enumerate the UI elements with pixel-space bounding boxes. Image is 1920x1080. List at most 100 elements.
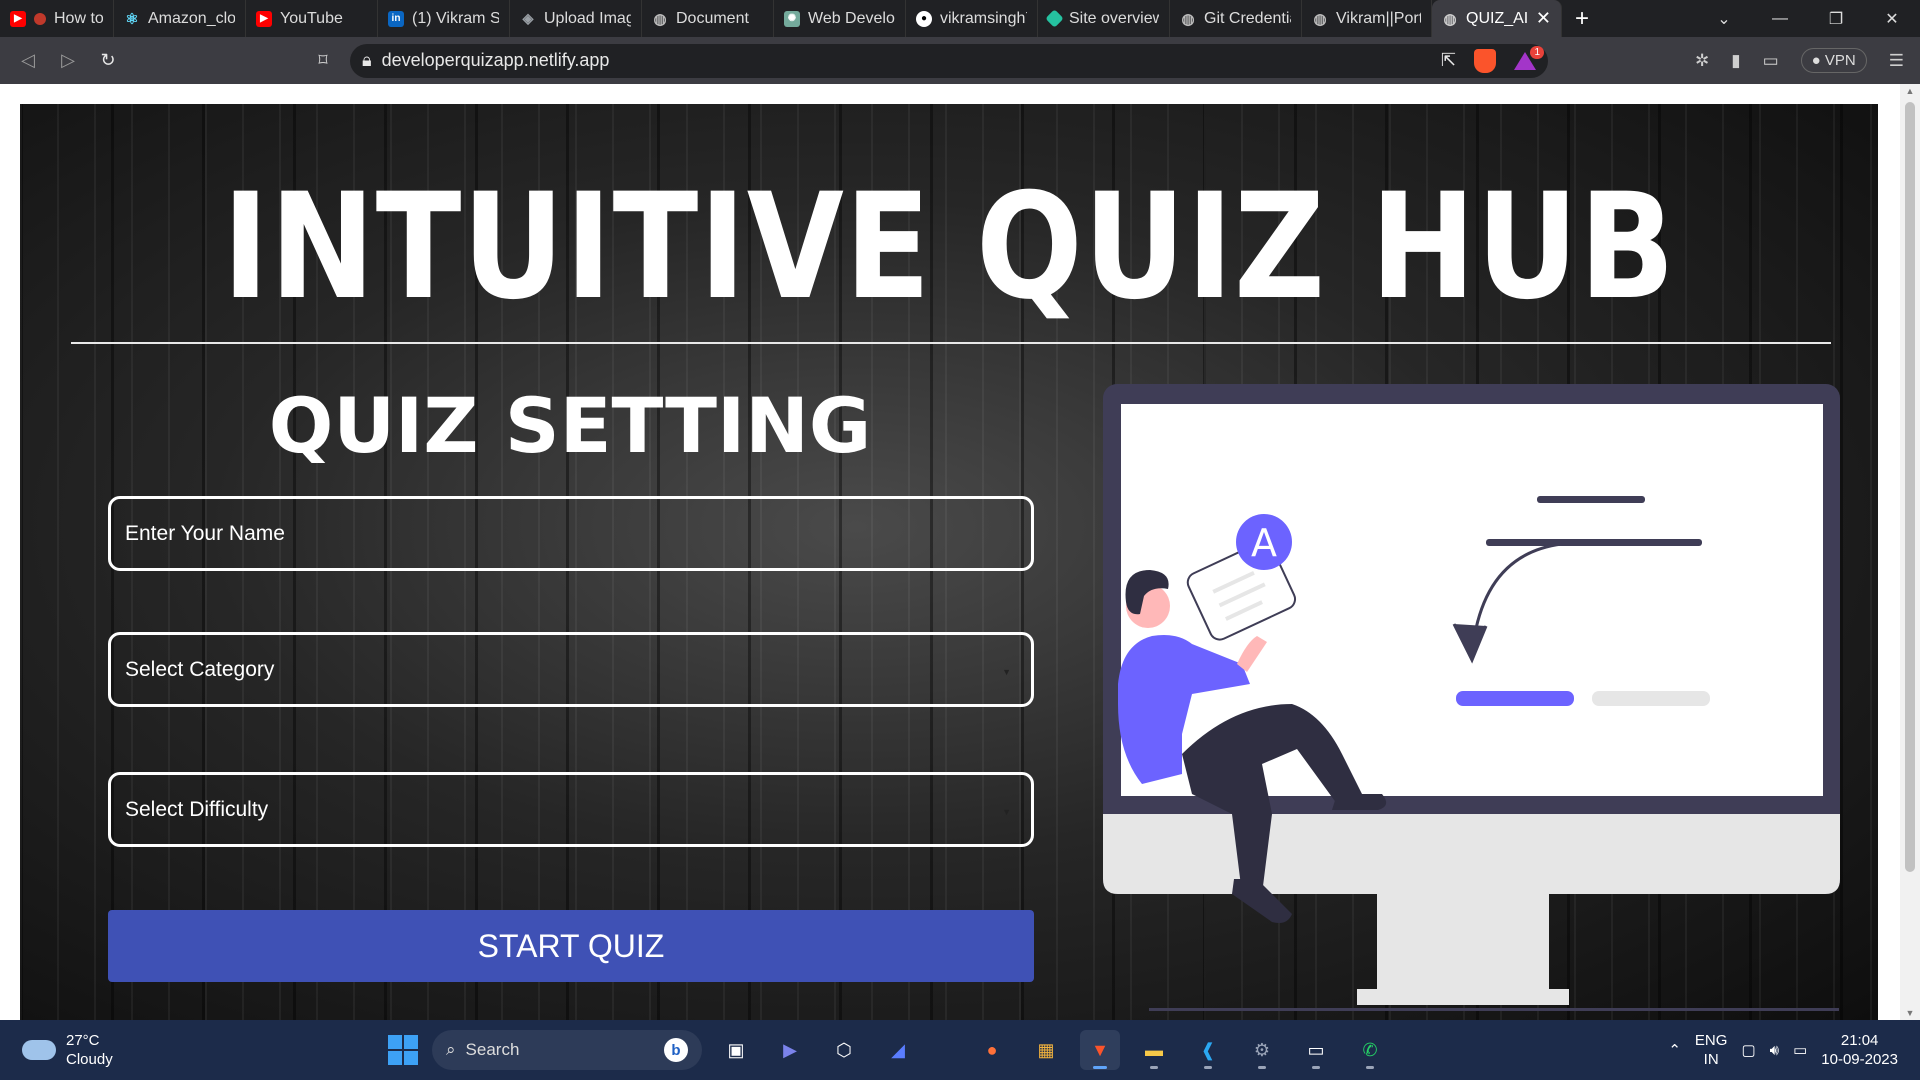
record-icon [34, 12, 46, 25]
youtube-icon: ▶ [256, 10, 272, 27]
browser-tab[interactable]: ▶ YouTube [246, 0, 378, 37]
new-tab-button[interactable]: + [1562, 5, 1602, 33]
browser-tab[interactable]: ◍ Vikram||Portf [1302, 0, 1432, 37]
tab-label: Amazon_clon [148, 9, 235, 27]
brave-shields-icon[interactable] [1474, 48, 1496, 73]
close-tab-icon[interactable]: ✕ [1536, 8, 1551, 29]
quiz-setting-heading: QUIZ SETTING [268, 381, 872, 470]
category-placeholder: Select Category [125, 657, 275, 681]
browser-tab[interactable]: ● vikramsingh7 [906, 0, 1038, 37]
language-indicator[interactable]: ENG IN [1695, 1031, 1728, 1069]
battery-icon[interactable]: ▭ [1793, 1041, 1807, 1059]
category-select[interactable]: Select Category ▼ [108, 632, 1034, 707]
browser-tab[interactable]: ◍ Document [642, 0, 774, 37]
address-bar[interactable]: 🔒︎ developerquizapp.netlify.app ⇱ 1 [350, 43, 1548, 78]
forward-button[interactable]: ▷ [48, 50, 88, 71]
scrollbar-thumb[interactable] [1905, 102, 1915, 872]
person-shoe-1 [1332, 794, 1387, 810]
network-icon[interactable]: ▢ [1741, 1041, 1755, 1059]
browser-tab-strip: ▶ How to M ⚛ Amazon_clon ▶ YouTube in (1… [0, 0, 1920, 37]
teams-icon[interactable]: ▶ [770, 1030, 810, 1070]
name-input[interactable]: Enter Your Name [108, 496, 1034, 571]
extensions-icon[interactable]: ✲ [1695, 51, 1709, 71]
whatsapp-icon[interactable]: ✆ [1350, 1030, 1390, 1070]
cloud-icon [22, 1040, 56, 1060]
browser-tab-active[interactable]: ◍ QUIZ_AI ✕ [1432, 0, 1562, 37]
menu-icon[interactable]: ☰ [1889, 51, 1904, 71]
url-text: developerquizapp.netlify.app [381, 50, 610, 70]
clock[interactable]: 21:04 10-09-2023 [1821, 1031, 1898, 1069]
maximize-button[interactable]: ❐ [1808, 0, 1864, 37]
floor-line [1149, 1008, 1839, 1011]
reload-button[interactable]: ↻ [88, 50, 128, 71]
tab-search-chevron-icon[interactable]: ⌄ [1696, 0, 1752, 37]
wood-background: INTUITIVE QUIZ HUB QUIZ SETTING Enter Yo… [20, 104, 1878, 1020]
browser-tab[interactable]: ◍ Git Credentia [1170, 0, 1302, 37]
tab-label: Site overview [1069, 9, 1159, 27]
file-explorer-icon[interactable]: ▬ [1134, 1030, 1174, 1070]
back-button[interactable]: ◁ [8, 50, 48, 71]
monitor-stand [1377, 894, 1549, 994]
name-placeholder: Enter Your Name [125, 521, 285, 545]
chevron-up-icon[interactable]: ⌃ [1668, 1041, 1681, 1059]
settings-icon[interactable]: ⚙ [1242, 1030, 1282, 1070]
sidebar-icon[interactable]: ▮ [1731, 51, 1740, 71]
taskbar-apps: ⌕ Search b ▣ ▶ ⬡ ◢ ● ▦ ▼ ▬ ❰ ⚙ ▭ ✆ [388, 1020, 1390, 1080]
bookmark-icon[interactable]: ⌑ [308, 50, 338, 71]
tab-label: QUIZ_AI [1466, 9, 1528, 27]
page-scrollbar[interactable]: ▲ ▼ [1900, 84, 1920, 1020]
tab-label: How to M [54, 9, 103, 27]
react-icon: ⚛ [125, 10, 139, 28]
browser-tab[interactable]: ⚛ Amazon_clon [114, 0, 246, 37]
vpn-button[interactable]: ● VPN [1800, 48, 1867, 73]
minimize-button[interactable]: — [1752, 0, 1808, 37]
chevron-down-icon: ▼ [1002, 667, 1011, 677]
tab-label: Document [676, 9, 749, 27]
search-icon: ⌕ [446, 1040, 456, 1059]
browser-tab[interactable]: ▶ How to M [0, 0, 114, 37]
share-icon[interactable]: ⇱ [1441, 50, 1456, 71]
globe-icon: ◍ [1181, 10, 1195, 28]
monitor-base [1357, 989, 1569, 1005]
windows-start-icon[interactable] [388, 1035, 418, 1065]
scroll-down-icon[interactable]: ▼ [1900, 1008, 1920, 1018]
app-icon[interactable]: ◢ [878, 1030, 918, 1070]
difficulty-placeholder: Select Difficulty [125, 797, 269, 821]
task-view-icon[interactable]: ▣ [716, 1030, 756, 1070]
vscode-icon[interactable]: ❰ [1188, 1030, 1228, 1070]
close-window-button[interactable]: ✕ [1864, 0, 1920, 37]
lang-code: ENG [1694, 1032, 1728, 1049]
start-quiz-button[interactable]: START QUIZ [108, 910, 1034, 982]
screen-line-1 [1537, 496, 1645, 503]
weather-condition: Cloudy [66, 1051, 113, 1068]
browser-tab[interactable]: Site overview [1038, 0, 1170, 37]
taskbar-search[interactable]: ⌕ Search b [432, 1030, 702, 1070]
tab-label: Vikram||Portf [1336, 9, 1421, 27]
answer-bar-empty [1592, 691, 1710, 706]
brave-icon[interactable]: ▼ [1080, 1030, 1120, 1070]
weather-widget[interactable]: 27°C Cloudy [0, 1031, 340, 1069]
lock-icon[interactable]: 🔒︎ [362, 50, 372, 71]
window-controls: ⌄ — ❐ ✕ [1696, 0, 1920, 37]
volume-icon[interactable]: 🔊︎ [1770, 1042, 1779, 1059]
terminal-icon[interactable]: ▭ [1296, 1030, 1336, 1070]
youtube-icon: ▶ [10, 10, 26, 27]
page-viewport: INTUITIVE QUIZ HUB QUIZ SETTING Enter Yo… [0, 84, 1900, 1020]
quiz-illustration: A [1103, 384, 1840, 1011]
browser-tab[interactable]: ✺ Web Develop [774, 0, 906, 37]
browser-tab[interactable]: in (1) Vikram Si [378, 0, 510, 37]
firefox-icon[interactable]: ● [972, 1030, 1012, 1070]
globe-icon: ◍ [1313, 10, 1327, 28]
unity-icon[interactable]: ⬡ [824, 1030, 864, 1070]
linkedin-icon: in [388, 10, 404, 27]
microsoft-store-icon[interactable]: ▦ [1026, 1030, 1066, 1070]
wallet-icon[interactable]: ▭ [1763, 51, 1779, 71]
brave-rewards-icon[interactable]: 1 [1514, 45, 1544, 72]
scroll-up-icon[interactable]: ▲ [1900, 86, 1920, 96]
tab-label: vikramsingh7 [940, 9, 1027, 27]
search-label: Search [465, 1040, 520, 1059]
bing-icon[interactable]: b [664, 1038, 688, 1062]
browser-tab[interactable]: ◈ Upload Imag [510, 0, 642, 37]
difficulty-select[interactable]: Select Difficulty ▼ [108, 772, 1034, 847]
vpn-label: VPN [1824, 52, 1856, 69]
